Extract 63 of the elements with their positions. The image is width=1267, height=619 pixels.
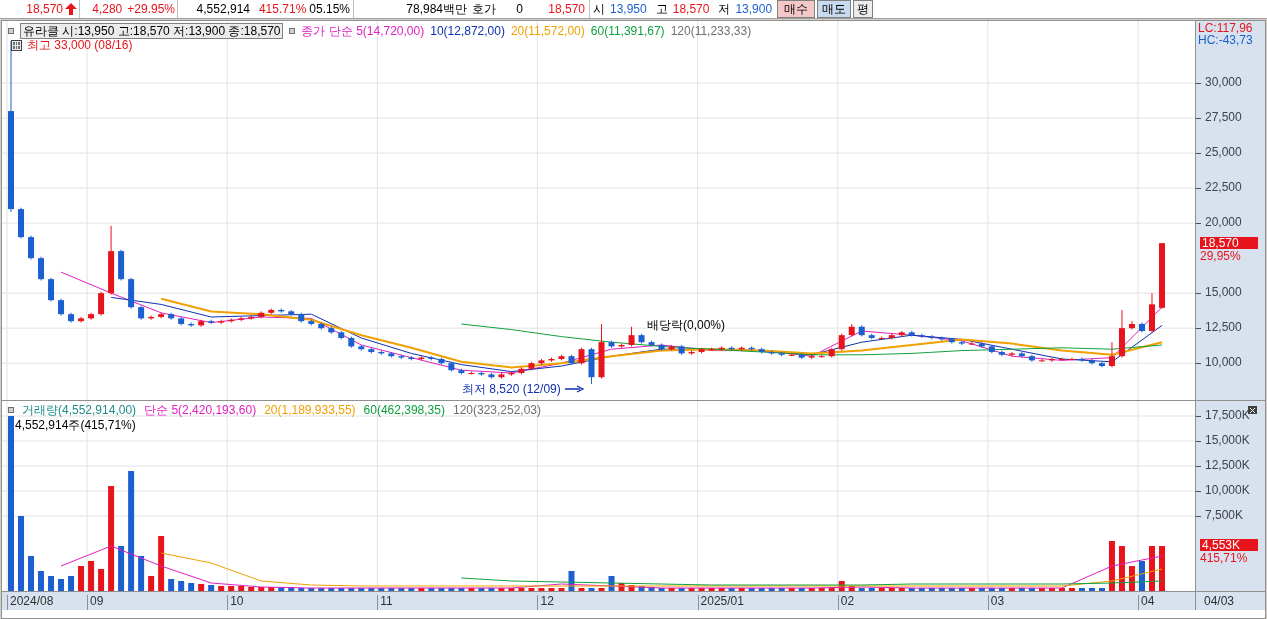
trade-amount: 78,984백만 [406, 3, 467, 15]
axis-label: 10,000 [1205, 356, 1242, 369]
high-note: 최고 33,000 (08/16) [27, 39, 133, 51]
legend-item: 단순 5(2,420,193,60) [144, 404, 257, 416]
axis-label: 7,500K [1205, 509, 1244, 521]
axis-label: 15,000K [1205, 434, 1250, 446]
cursor-date: 04/03 [1204, 595, 1235, 607]
high-price: 18,570 [672, 3, 710, 15]
axis-date-label: 10 [227, 595, 244, 610]
low-label: 저 [718, 3, 731, 15]
chart-title: 유라클 시:13,950 고:18,570 저:13,900 종:18,570 [20, 23, 284, 39]
legend-item: 20(11,572,00) [510, 25, 585, 37]
volume-rate: 415.71% [258, 3, 307, 15]
axis-date-label: 03 [987, 595, 1005, 610]
buy-button[interactable]: 매수 [777, 0, 816, 18]
event-note: 배당락(0,00%) [647, 319, 726, 331]
axis-date-label: 11 [377, 595, 393, 610]
axis-date-label: 04 [1137, 595, 1155, 610]
axis-label: 12,500 [1205, 321, 1242, 334]
toolbar-button[interactable]: 평 [853, 0, 874, 18]
axis-label: 15,000 [1205, 286, 1242, 299]
legend-item: 120(323,252,03) [452, 404, 542, 416]
legend-item: 60(11,391,67) [590, 25, 665, 37]
low-price: 13,900 [735, 3, 773, 15]
hc-value: HC:-43,73 [1198, 34, 1253, 46]
axis-date-label: 12 [537, 595, 554, 610]
open-label: 시 [593, 3, 605, 15]
legend-item: 거래량(4,552,914,00) [22, 404, 137, 416]
price-tag: 18,570 [1200, 237, 1258, 249]
axis-date-label: 2024/08 [7, 595, 54, 610]
turnover-rate: 05.15% [309, 3, 350, 15]
legend-item: 종가 단순 5(14,720,00) [301, 25, 425, 37]
change-rate: +29.95% [127, 3, 175, 15]
legend-item: 10(12,872,00) [430, 25, 505, 37]
volume-value: 4,552,914 [196, 3, 250, 15]
high-label: 고 [655, 3, 668, 15]
axis-label: 12,500K [1205, 459, 1250, 471]
axis-label: 30,000 [1205, 76, 1242, 89]
volume-tag: 4,553K [1200, 539, 1258, 551]
axis-date-label: 09 [87, 595, 104, 610]
legend-item: 20(1,189,933,55) [264, 404, 356, 416]
axis-label: 17,500K [1205, 409, 1250, 421]
legend-item: 120(11,233,33) [670, 25, 752, 37]
axis-date-label: 2025/01 [697, 595, 744, 610]
bid-value: 0 [516, 3, 523, 15]
axis-label: 22,500 [1205, 181, 1242, 194]
bid-label: 호가 [472, 3, 496, 15]
legend-item: 60(462,398,35) [363, 404, 445, 416]
axis-label: 27,500 [1205, 111, 1242, 124]
bid-price: 18,570 [548, 3, 585, 15]
price-change: 4,280 [92, 3, 123, 15]
axis-date-label: 02 [837, 595, 855, 610]
volume-rate-label: 415,71% [1200, 552, 1248, 564]
sell-button[interactable]: 매도 [817, 0, 852, 18]
low-note: 최저 8,520 (12/09) [462, 383, 561, 395]
current-price: 18,570 [26, 3, 63, 15]
volume-info: 4,552,914주(415,71%) [15, 419, 136, 431]
axis-label: 20,000 [1205, 216, 1242, 229]
price-rate: 29,95% [1200, 250, 1241, 262]
open-price: 13,950 [610, 3, 647, 15]
axis-label: 10,000K [1205, 484, 1250, 496]
lc-value: LC:117,96 [1198, 22, 1253, 34]
axis-label: 25,000 [1205, 146, 1242, 159]
